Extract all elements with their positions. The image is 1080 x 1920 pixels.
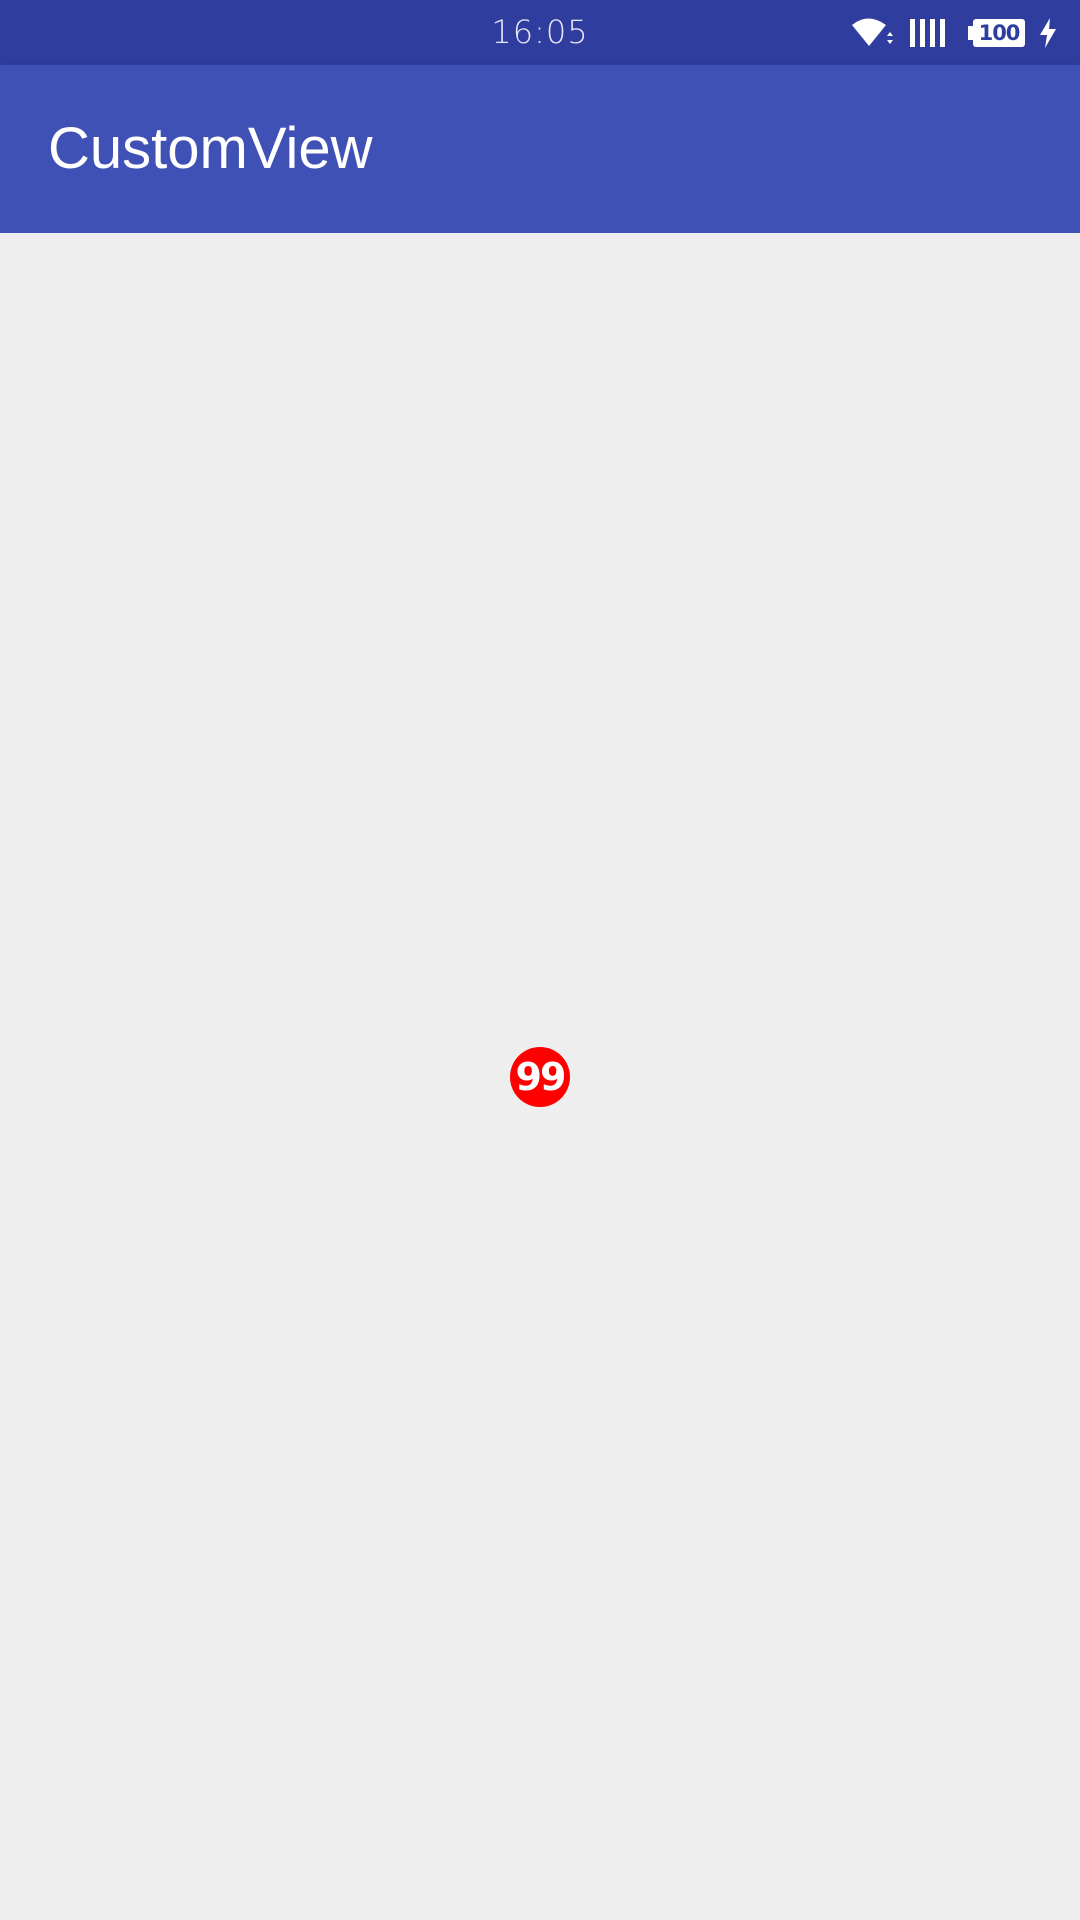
status-icons: 100 <box>850 16 1058 50</box>
app-bar: CustomView <box>0 65 1080 233</box>
wifi-icon <box>852 18 893 46</box>
content-area: 99 <box>0 233 1080 1920</box>
signal-icon <box>910 19 945 47</box>
battery-level: 100 <box>978 21 1021 45</box>
battery-icon: 100 <box>968 17 1026 49</box>
charging-icon <box>1040 18 1056 48</box>
app-title: CustomView <box>48 116 373 181</box>
count-badge[interactable]: 99 <box>510 1047 570 1107</box>
status-bar: 16:05 100 <box>0 0 1080 65</box>
